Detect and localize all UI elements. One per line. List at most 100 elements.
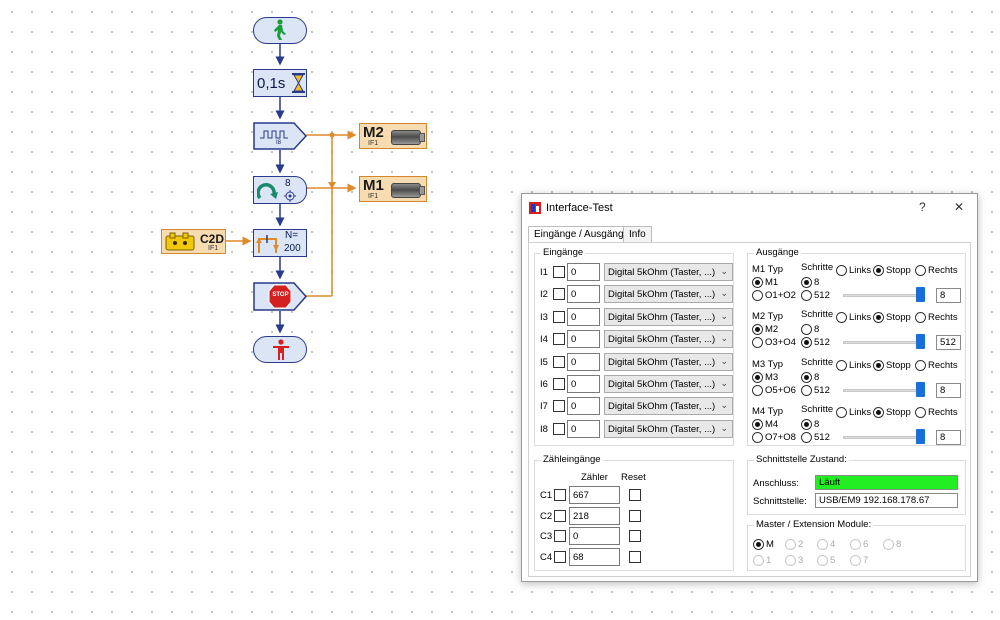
direction-stop-radio[interactable] — [873, 265, 884, 276]
counter-input-c2d-block[interactable]: C2D IF1 — [161, 229, 226, 254]
counter-label: C1 — [540, 490, 553, 501]
dialog-titlebar[interactable]: Interface-Test ? ✕ — [522, 194, 977, 222]
module-4-radio — [817, 539, 828, 550]
direction-stop-radio[interactable] — [873, 359, 884, 371]
tab-info[interactable]: Info — [623, 226, 652, 243]
modules-group-title: Master / Extension Module: — [754, 519, 874, 530]
input-mode-select[interactable]: Digital 5kOhm (Taster, ...) ⌄ — [604, 307, 733, 326]
end-block[interactable] — [253, 336, 307, 363]
input-mode-value: Digital 5kOhm (Taster, ...) — [608, 356, 716, 368]
steps-512-radio[interactable] — [801, 384, 812, 396]
motor-m1-sub: IF1 — [368, 193, 379, 200]
counter-module-icon — [165, 232, 195, 251]
counter-reset-checkbox[interactable] — [629, 530, 641, 543]
counter-reset-checkbox[interactable] — [629, 509, 641, 522]
input-value: 0 — [567, 285, 600, 304]
steps-512-radio[interactable] — [801, 290, 812, 301]
direction-right-radio[interactable] — [915, 406, 926, 418]
outputs-pair-m1-radio[interactable] — [752, 290, 763, 301]
steps-8-radio[interactable] — [801, 418, 812, 430]
direction-right-label: Rechts — [928, 312, 958, 324]
input-label: I5 — [540, 356, 548, 368]
direction-right-radio[interactable] — [915, 265, 926, 276]
input-label: I8 — [540, 423, 548, 435]
speed-slider-track[interactable] — [843, 294, 923, 297]
input-mode-select[interactable]: Digital 5kOhm (Taster, ...) ⌄ — [604, 285, 733, 304]
steps-512-label: 512 — [814, 290, 830, 301]
direction-right-label: Rechts — [928, 359, 958, 371]
motor-m3-type-radio[interactable] — [752, 371, 763, 383]
connection-label: Anschluss: — [753, 478, 799, 489]
counter-checkbox[interactable] — [554, 530, 566, 543]
interface-label: Schnittstelle: — [753, 496, 807, 507]
input-mode-select[interactable]: Digital 5kOhm (Taster, ...) ⌄ — [604, 375, 733, 393]
input-mode-select[interactable]: Digital 5kOhm (Taster, ...) ⌄ — [604, 330, 733, 349]
motor-m4-type-radio[interactable] — [752, 418, 763, 430]
motor-step-block[interactable]: 8 — [253, 176, 307, 204]
input-checkbox[interactable] — [553, 288, 565, 301]
direction-right-radio[interactable] — [915, 359, 926, 371]
input-checkbox[interactable] — [553, 310, 565, 323]
counter-reset-checkbox[interactable] — [629, 550, 641, 563]
stop-condition-block[interactable]: STOP — [253, 282, 307, 311]
chevron-down-icon: ⌄ — [720, 422, 728, 433]
help-button[interactable]: ? — [919, 200, 926, 214]
steps-512-radio[interactable] — [801, 431, 812, 443]
input-checkbox[interactable] — [553, 333, 565, 346]
input-checkbox[interactable] — [553, 400, 565, 413]
speed-slider-track[interactable] — [843, 341, 923, 345]
motor-m1-block[interactable]: M1 IF1 — [359, 176, 427, 202]
counter-checkbox[interactable] — [554, 489, 566, 501]
counter-checkbox[interactable] — [554, 550, 566, 563]
input-mode-value: Digital 5kOhm (Taster, ...) — [608, 267, 716, 278]
speed-slider-thumb[interactable] — [916, 428, 925, 444]
input-mode-select[interactable]: Digital 5kOhm (Taster, ...) ⌄ — [604, 397, 733, 416]
speed-slider-track[interactable] — [843, 435, 923, 439]
outputs-pair-m1-label: O1+O2 — [765, 290, 796, 301]
steps-8-radio[interactable] — [801, 371, 812, 383]
close-button[interactable]: ✕ — [954, 200, 964, 214]
direction-left-radio[interactable] — [836, 359, 847, 371]
input-checkbox[interactable] — [553, 422, 565, 435]
input-mode-select[interactable]: Digital 5kOhm (Taster, ...) ⌄ — [604, 352, 733, 371]
outputs-pair-m4-radio[interactable] — [752, 431, 763, 443]
speed-slider-thumb[interactable] — [916, 381, 925, 397]
motor-m2-type-label: M2 — [765, 324, 779, 336]
module-2-label: 2 — [798, 539, 804, 550]
input-checkbox[interactable] — [553, 266, 565, 278]
steps-label: Schritte — [801, 403, 834, 415]
counter-checkbox[interactable] — [554, 509, 566, 522]
rotate-arrow-icon — [257, 183, 278, 200]
direction-stop-radio[interactable] — [873, 406, 884, 418]
direction-left-radio[interactable] — [836, 265, 847, 276]
module-8-radio — [883, 539, 894, 550]
counter-reset-checkbox[interactable] — [629, 489, 641, 501]
start-block[interactable] — [253, 17, 307, 44]
direction-stop-label: Stopp — [886, 406, 911, 418]
direction-stop-label: Stopp — [886, 265, 911, 276]
outputs-pair-m3-radio[interactable] — [752, 384, 763, 396]
gear-icon — [284, 190, 296, 202]
motor-m3-type-label: M3 — [765, 371, 779, 383]
steps-8-label: 8 — [814, 418, 820, 430]
interface-test-dialog: Interface-Test ? ✕ Eingänge / Ausgänge I… — [521, 193, 978, 582]
input-checkbox[interactable] — [553, 355, 565, 368]
wait-block[interactable]: 0,1s — [253, 69, 307, 97]
motor-m1-type-radio[interactable] — [752, 277, 763, 288]
module-M-radio[interactable] — [753, 539, 764, 550]
input-mode-value: Digital 5kOhm (Taster, ...) — [608, 311, 716, 323]
speed-slider-track[interactable] — [843, 388, 923, 392]
input-mode-select[interactable]: Digital 5kOhm (Taster, ...) ⌄ — [604, 419, 733, 438]
steps-8-radio[interactable] — [801, 277, 812, 288]
direction-left-radio[interactable] — [836, 406, 847, 418]
counter-value: 0 — [569, 527, 620, 546]
motor-m2-block[interactable]: M2 IF1 — [359, 123, 427, 149]
input-checkbox[interactable] — [553, 378, 565, 390]
direction-stop-label: Stopp — [886, 359, 911, 371]
pulse-input-block[interactable]: I8 — [253, 122, 307, 150]
module-5-label: 5 — [830, 555, 836, 566]
input-mode-select[interactable]: Digital 5kOhm (Taster, ...) ⌄ — [604, 263, 733, 281]
counter-block[interactable]: N= 200 — [253, 229, 307, 257]
speed-slider-thumb[interactable] — [916, 334, 925, 350]
speed-slider-thumb[interactable] — [916, 287, 925, 302]
